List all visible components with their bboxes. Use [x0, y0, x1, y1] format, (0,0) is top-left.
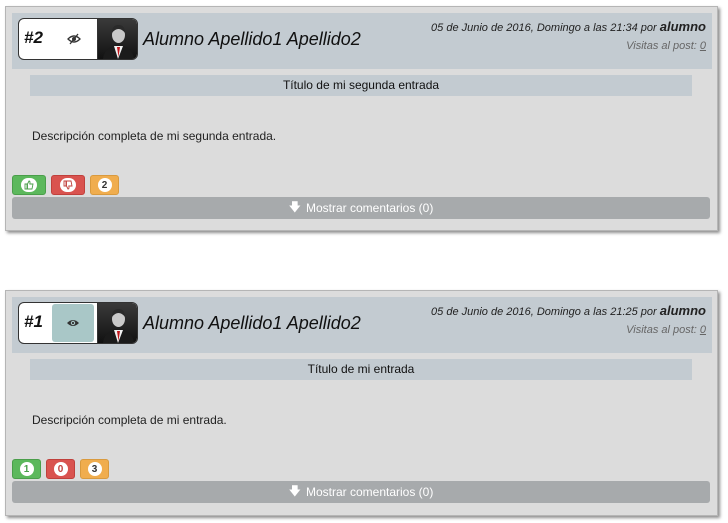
post-badge: #2 [18, 18, 138, 60]
post-date-text: 05 de Junio de 2016, Domingo a las 21:34… [431, 22, 660, 34]
like-button[interactable]: 1 [12, 459, 41, 479]
thumbs-down-icon [60, 178, 76, 192]
post-user[interactable]: alumno [660, 303, 706, 318]
visits-label: Visitas al post: [626, 40, 697, 52]
post-badge: #1 [18, 302, 138, 344]
post-number: #1 [24, 312, 43, 331]
post-description: Descripción completa de mi entrada. [32, 413, 227, 427]
author-name: Alumno Apellido1 Apellido2 [143, 313, 361, 333]
eye-icon[interactable] [52, 304, 94, 342]
likes-count: 1 [19, 462, 34, 476]
post-date-text: 05 de Junio de 2016, Domingo a las 21:25… [431, 306, 660, 318]
visits-count[interactable]: 0 [700, 40, 706, 52]
avatar [97, 19, 137, 59]
visits-count[interactable]: 0 [700, 324, 706, 336]
dislike-button[interactable]: 0 [46, 459, 75, 479]
show-comments-label: Mostrar comentarios (0) [305, 201, 434, 215]
show-comments-label: Mostrar comentarios (0) [305, 485, 434, 499]
post-user[interactable]: alumno [660, 19, 706, 34]
views-count-button[interactable]: 3 [80, 459, 109, 479]
thumbs-up-icon [21, 178, 37, 192]
post-visits: Visitas al post: 0 [626, 40, 706, 52]
like-button[interactable] [12, 175, 46, 195]
views-count: 2 [97, 178, 112, 192]
post-card: #1 Alumno Apellido1 Apellido2 05 de Juni… [5, 290, 718, 516]
post-description: Descripción completa de mi segunda entra… [32, 129, 277, 143]
show-comments-button[interactable]: 🡇 Mostrar comentarios (0) [12, 197, 710, 219]
post-number: #2 [24, 28, 43, 47]
post-date: 05 de Junio de 2016, Domingo a las 21:34… [431, 19, 706, 34]
post-title: Título de mi entrada [30, 359, 692, 380]
dislikes-count: 0 [53, 462, 68, 476]
post-visits: Visitas al post: 0 [626, 324, 706, 336]
post-card: #2 Alumno Apellido1 Apellido2 05 de Juni… [5, 6, 718, 231]
visits-label: Visitas al post: [626, 324, 697, 336]
dislike-button[interactable] [51, 175, 85, 195]
eye-slash-icon[interactable] [53, 19, 95, 59]
post-date: 05 de Junio de 2016, Domingo a las 21:25… [431, 303, 706, 318]
avatar [97, 303, 137, 343]
show-comments-button[interactable]: 🡇 Mostrar comentarios (0) [12, 481, 710, 503]
views-count: 3 [87, 462, 102, 476]
post-header: #2 Alumno Apellido1 Apellido2 05 de Juni… [12, 13, 712, 69]
views-count-button[interactable]: 2 [90, 175, 119, 195]
author-name: Alumno Apellido1 Apellido2 [143, 29, 361, 49]
arrow-down-icon: 🡇 [288, 483, 301, 498]
post-title: Título de mi segunda entrada [30, 75, 692, 96]
post-header: #1 Alumno Apellido1 Apellido2 05 de Juni… [12, 297, 712, 353]
arrow-down-icon: 🡇 [288, 199, 301, 214]
